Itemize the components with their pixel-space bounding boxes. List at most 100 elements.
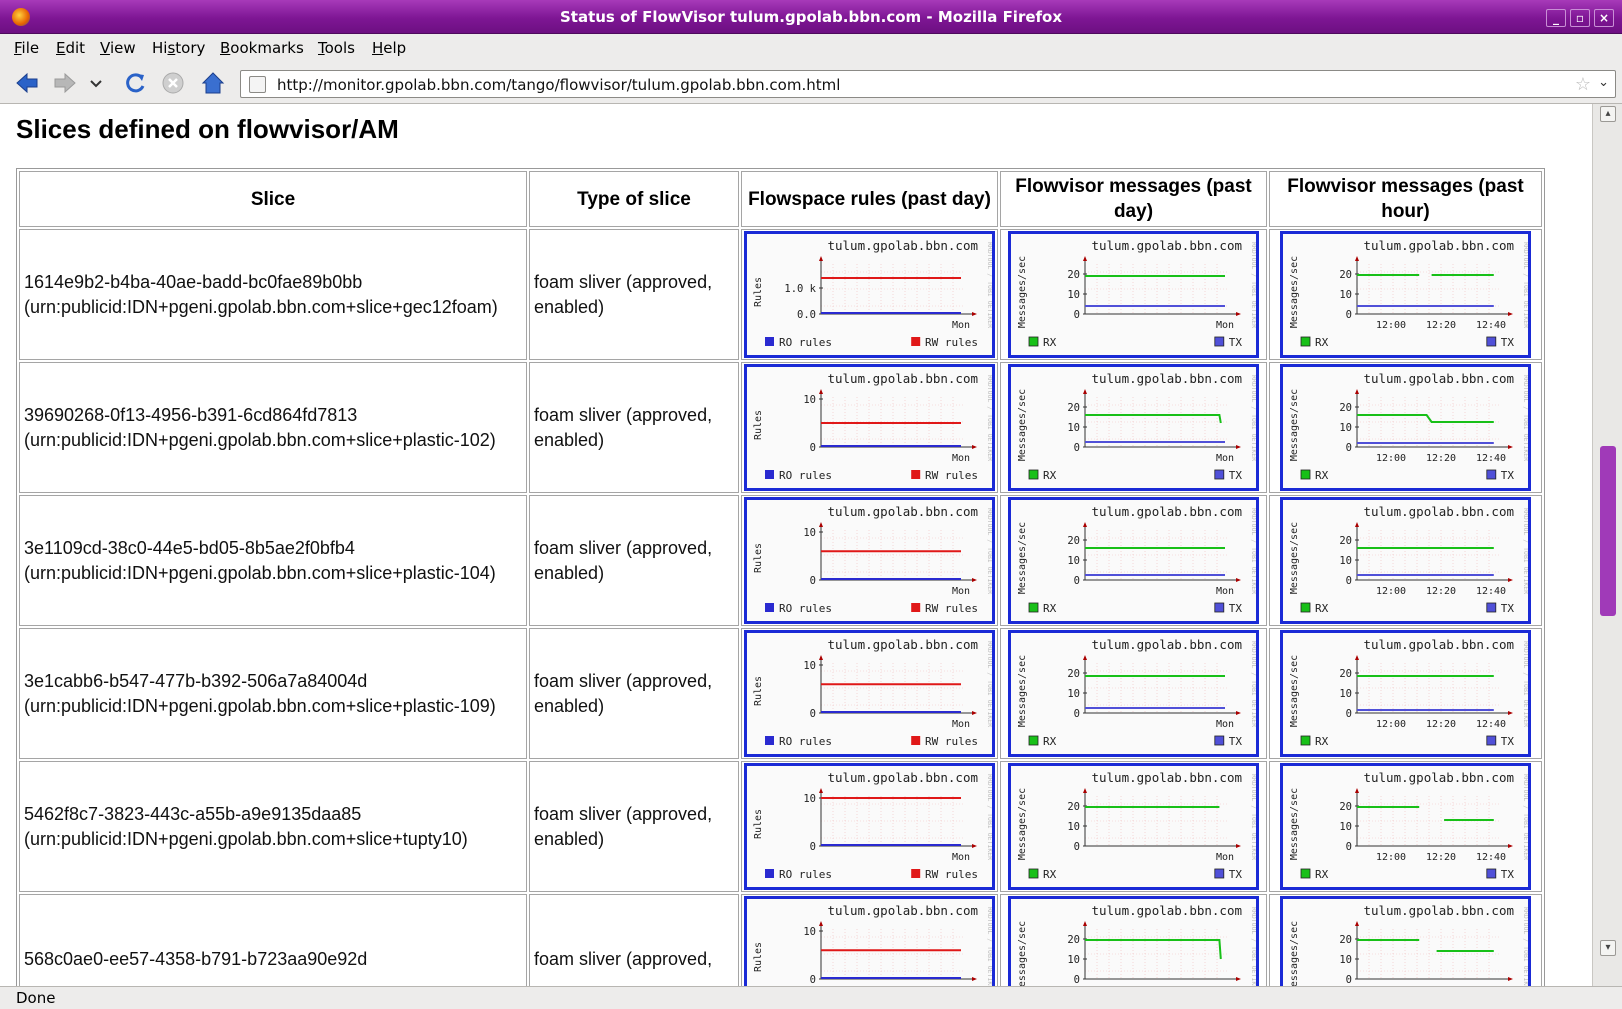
- graph-watermark: RRDTOOL / TOBI OETIKER: [986, 242, 994, 328]
- day-graph: tulum.gpolab.bbn.com RRDTOOL / TOBI OETIK…: [1008, 896, 1259, 986]
- menu-view[interactable]: View: [100, 39, 136, 57]
- y-tick-label: 0: [1346, 575, 1352, 587]
- y-tick-label: 0: [1074, 575, 1080, 587]
- graph-watermark: RRDTOOL / TOBI OETIKER: [1250, 375, 1258, 461]
- y-tick-label: 10: [803, 660, 816, 672]
- slice-id: 568c0ae0-ee57-4358-b791-b723aa90e92d: [24, 949, 368, 969]
- y-tick-label: 20: [1339, 402, 1352, 414]
- y-tick-label: 0: [810, 442, 816, 454]
- scroll-down-icon[interactable]: ▾: [1600, 940, 1616, 956]
- x-tick-label: 12:40: [1476, 320, 1506, 331]
- y-tick-label: 10: [1067, 422, 1080, 434]
- y-tick-label: 0: [1074, 974, 1080, 986]
- svg-text:TX: TX: [1501, 336, 1515, 349]
- svg-text:RO rules: RO rules: [779, 469, 832, 482]
- y-tick-label: 20: [1339, 668, 1352, 680]
- table-row: 3e1cabb6-b547-477b-b392-506a7a84004d (urn…: [19, 628, 1542, 759]
- graph-host-title: tulum.gpolab.bbn.com: [827, 903, 978, 918]
- browser-window: Status of FlowVisor tulum.gpolab.bbn.com…: [0, 0, 1622, 1009]
- y-tick-label: 0: [1074, 442, 1080, 454]
- scroll-thumb[interactable]: [1600, 446, 1616, 616]
- site-identity-icon[interactable]: [249, 76, 266, 93]
- x-tick-label: Mon: [1216, 852, 1234, 863]
- rules-graph-cell: tulum.gpolab.bbn.com RRDTOOL / TOBI OETIK…: [741, 894, 998, 986]
- graph-watermark: RRDTOOL / TOBI OETIKER: [1250, 907, 1258, 986]
- y-tick-label: 1.0 k: [784, 283, 816, 295]
- url-text[interactable]: http://monitor.gpolab.bbn.com/tango/flow…: [277, 76, 840, 94]
- svg-text:TX: TX: [1229, 602, 1243, 615]
- y-tick-label: 20: [1067, 269, 1080, 281]
- slice-id: 3e1cabb6-b547-477b-b392-506a7a84004d: [24, 670, 368, 691]
- hour-graph: tulum.gpolab.bbn.com RRDTOOL / TOBI OETIK…: [1280, 497, 1531, 624]
- graph-watermark: RRDTOOL / TOBI OETIKER: [1522, 242, 1530, 328]
- bookmark-star-icon[interactable]: ☆: [1575, 74, 1591, 95]
- y-tick-label: 0.0: [797, 309, 816, 321]
- stop-icon[interactable]: [160, 70, 186, 96]
- slice-id: 5462f8c7-3823-443c-a55b-a9e9135daa85: [24, 803, 362, 824]
- svg-text:RO rules: RO rules: [779, 868, 832, 881]
- hour-graph-cell: tulum.gpolab.bbn.com RRDTOOL / TOBI OETIK…: [1269, 229, 1542, 360]
- y-tick-label: 20: [1339, 535, 1352, 547]
- graph-y-label: Messages/sec: [1017, 788, 1028, 860]
- day-graph-cell: tulum.gpolab.bbn.com RRDTOOL / TOBI OETIK…: [1000, 362, 1267, 493]
- y-tick-label: 0: [1074, 309, 1080, 321]
- history-dropdown-icon[interactable]: [88, 70, 104, 96]
- day-graph-cell: tulum.gpolab.bbn.com RRDTOOL / TOBI OETIK…: [1000, 229, 1267, 360]
- slice-id: 39690268-0f13-4956-b391-6cd864fd7813: [24, 404, 358, 425]
- slice-cell: 3e1109cd-38c0-44e5-bd05-8b5ae2f0bfb4 (urn…: [19, 495, 527, 626]
- menu-edit[interactable]: Edit: [56, 39, 85, 57]
- menu-tools[interactable]: Tools: [318, 39, 355, 57]
- scroll-up-icon[interactable]: ▴: [1600, 106, 1616, 122]
- y-tick-label: 0: [1074, 841, 1080, 853]
- home-icon[interactable]: [200, 70, 226, 96]
- x-tick-label: 12:40: [1476, 852, 1506, 863]
- graph-y-label: Rules: [753, 277, 764, 307]
- back-icon[interactable]: [14, 70, 40, 96]
- y-tick-label: 0: [1346, 309, 1352, 321]
- graph-watermark: RRDTOOL / TOBI OETIKER: [986, 508, 994, 594]
- close-icon[interactable]: ×: [1594, 9, 1614, 27]
- graph-host-title: tulum.gpolab.bbn.com: [1091, 504, 1242, 519]
- x-tick-label: Mon: [1216, 586, 1234, 597]
- window-title: Status of FlowVisor tulum.gpolab.bbn.com…: [559, 8, 1063, 26]
- graph-host-title: tulum.gpolab.bbn.com: [827, 637, 978, 652]
- svg-text:RX: RX: [1043, 469, 1057, 482]
- rules-graph: tulum.gpolab.bbn.com RRDTOOL / TOBI OETIK…: [744, 364, 995, 491]
- menu-help[interactable]: Help: [372, 39, 406, 57]
- vertical-scrollbar[interactable]: ▴ ▾: [1592, 104, 1622, 986]
- graph-y-label: Rules: [753, 410, 764, 440]
- menu-history[interactable]: History: [152, 39, 205, 57]
- rules-graph-cell: tulum.gpolab.bbn.com RRDTOOL / TOBI OETIK…: [741, 628, 998, 759]
- graph-watermark: RRDTOOL / TOBI OETIKER: [1250, 508, 1258, 594]
- rules-graph: tulum.gpolab.bbn.com RRDTOOL / TOBI OETIK…: [744, 630, 995, 757]
- slice-type: foam sliver (approved, enabled): [529, 761, 739, 892]
- graph-watermark: RRDTOOL / TOBI OETIKER: [986, 907, 994, 986]
- url-dropdown-icon[interactable]: ⌄: [1598, 75, 1609, 90]
- menu-bookmarks[interactable]: Bookmarks: [220, 39, 304, 57]
- forward-icon[interactable]: [52, 70, 78, 96]
- title-bar: Status of FlowVisor tulum.gpolab.bbn.com…: [0, 0, 1622, 34]
- day-graph: tulum.gpolab.bbn.com RRDTOOL / TOBI OETIK…: [1008, 630, 1259, 757]
- svg-text:RX: RX: [1043, 602, 1057, 615]
- graph-watermark: RRDTOOL / TOBI OETIKER: [1250, 641, 1258, 727]
- graph-host-title: tulum.gpolab.bbn.com: [1091, 903, 1242, 918]
- graph-y-label: Messages/sec: [1289, 522, 1300, 594]
- header-flowspace-rules: Flowspace rules (past day): [741, 171, 998, 227]
- url-bar[interactable]: http://monitor.gpolab.bbn.com/tango/flow…: [240, 70, 1616, 98]
- svg-text:RW rules: RW rules: [925, 735, 978, 748]
- reload-icon[interactable]: [122, 70, 148, 96]
- slice-type: foam sliver (approved, enabled): [529, 628, 739, 759]
- menu-file[interactable]: File: [14, 39, 39, 57]
- hour-graph: tulum.gpolab.bbn.com RRDTOOL / TOBI OETIK…: [1280, 630, 1531, 757]
- graph-host-title: tulum.gpolab.bbn.com: [1091, 371, 1242, 386]
- y-tick-label: 10: [1339, 422, 1352, 434]
- slice-type: foam sliver (approved, enabled): [529, 229, 739, 360]
- graph-host-title: tulum.gpolab.bbn.com: [827, 238, 978, 253]
- svg-text:TX: TX: [1229, 336, 1243, 349]
- graph-watermark: RRDTOOL / TOBI OETIKER: [1250, 774, 1258, 860]
- minimize-icon[interactable]: _: [1546, 9, 1566, 27]
- y-tick-label: 0: [810, 841, 816, 853]
- table-row: 568c0ae0-ee57-4358-b791-b723aa90e92d foam…: [19, 894, 1542, 986]
- x-tick-label: 12:00: [1376, 453, 1406, 464]
- maximize-icon[interactable]: ▫: [1570, 9, 1590, 27]
